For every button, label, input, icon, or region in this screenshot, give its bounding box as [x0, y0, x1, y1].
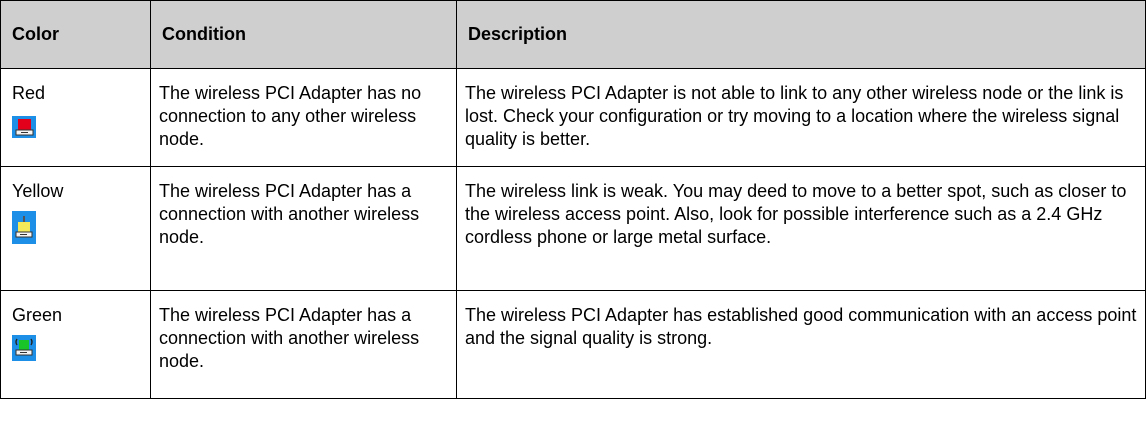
condition-cell: The wireless PCI Adapter has no connecti… — [150, 68, 457, 167]
color-cell: Yellow — [0, 166, 151, 291]
adapter-green-icon — [12, 335, 36, 361]
adapter-red-icon — [12, 116, 36, 138]
table-row: Green The wireless PCI Adapter has a con… — [0, 290, 1146, 399]
condition-cell: The wireless PCI Adapter has a connectio… — [150, 166, 457, 291]
table-row: Yellow The wireless PCI Adapter has a co… — [0, 166, 1146, 291]
description-cell: The wireless PCI Adapter is not able to … — [456, 68, 1146, 167]
header-condition: Condition — [150, 0, 457, 69]
description-cell: The wireless link is weak. You may deed … — [456, 166, 1146, 291]
adapter-yellow-icon — [12, 211, 36, 244]
color-label: Green — [12, 305, 63, 325]
condition-cell: The wireless PCI Adapter has a connectio… — [150, 290, 457, 399]
description-cell: The wireless PCI Adapter has established… — [456, 290, 1146, 399]
header-description: Description — [456, 0, 1146, 69]
table-row: Red The wireless PCI Adapter has no conn… — [0, 68, 1146, 167]
color-cell: Red — [0, 68, 151, 167]
header-color: Color — [0, 0, 151, 69]
color-cell: Green — [0, 290, 151, 399]
header-row: Color Condition Description — [0, 0, 1146, 69]
status-table: Color Condition Description Red The wire… — [0, 0, 1146, 399]
color-label: Red — [12, 83, 46, 103]
color-label: Yellow — [12, 181, 64, 201]
